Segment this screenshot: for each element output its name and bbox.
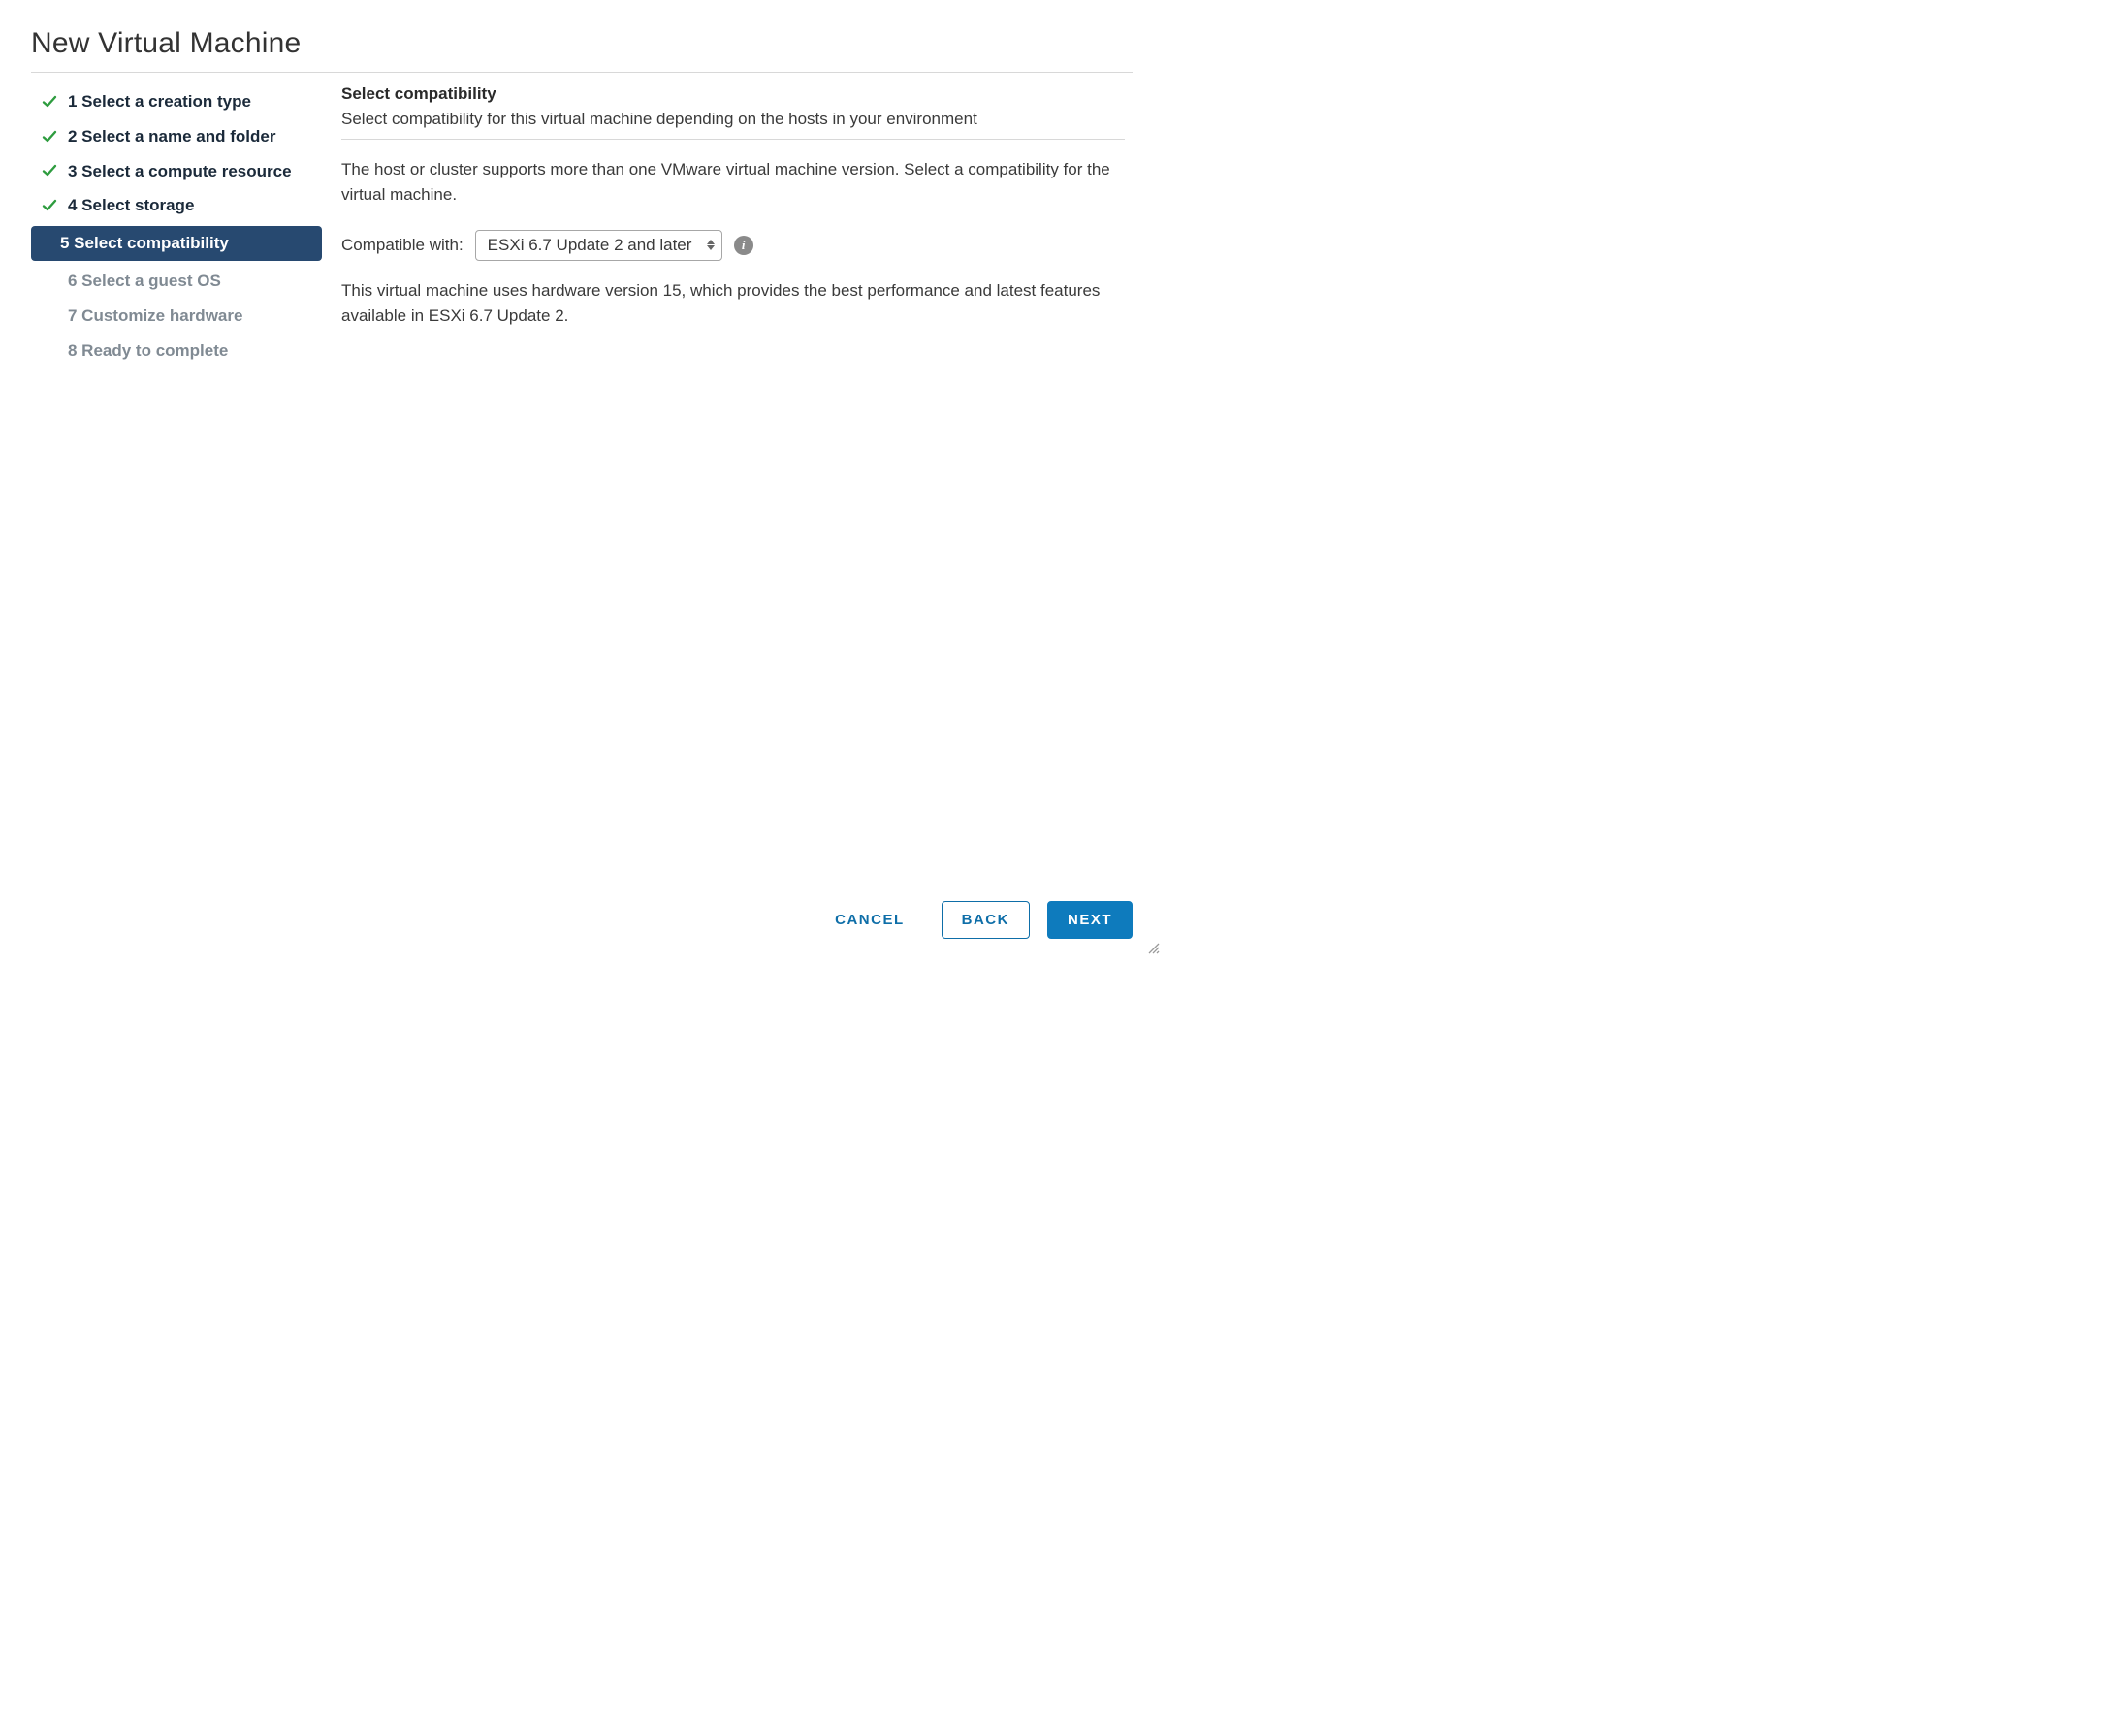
check-icon <box>41 162 58 179</box>
step-label: 5 Select compatibility <box>60 232 229 255</box>
step-customize-hardware: 7 Customize hardware <box>31 299 322 334</box>
compatibility-select-wrap: ESXi 6.7 Update 2 and later <box>475 230 722 261</box>
wizard-steps: 1 Select a creation type 2 Select a name… <box>31 84 334 368</box>
step-label: 7 Customize hardware <box>68 305 242 328</box>
step-compatibility[interactable]: 5 Select compatibility <box>31 226 322 261</box>
section-divider <box>341 139 1125 140</box>
step-name-folder[interactable]: 2 Select a name and folder <box>31 119 322 154</box>
step-label: 2 Select a name and folder <box>68 125 275 148</box>
dialog-footer: CANCEL BACK NEXT <box>31 901 1133 939</box>
step-creation-type[interactable]: 1 Select a creation type <box>31 84 322 119</box>
hw-version-paragraph: This virtual machine uses hardware versi… <box>341 278 1125 330</box>
step-label: 6 Select a guest OS <box>68 270 221 293</box>
intro-paragraph: The host or cluster supports more than o… <box>341 157 1125 209</box>
new-vm-dialog: New Virtual Machine 1 Select a creation … <box>0 0 1164 958</box>
check-icon <box>41 93 58 111</box>
section-title: Select compatibility <box>341 84 1125 104</box>
dialog-title: New Virtual Machine <box>31 27 1133 60</box>
back-button[interactable]: BACK <box>942 901 1030 939</box>
step-compute-resource[interactable]: 3 Select a compute resource <box>31 154 322 189</box>
step-storage[interactable]: 4 Select storage <box>31 188 322 223</box>
step-guest-os: 6 Select a guest OS <box>31 264 322 299</box>
step-label: 4 Select storage <box>68 194 194 217</box>
wizard-main: Select compatibility Select compatibilit… <box>334 84 1133 368</box>
cancel-button[interactable]: CANCEL <box>815 902 924 938</box>
title-divider <box>31 72 1133 73</box>
check-icon <box>41 197 58 214</box>
step-label: 3 Select a compute resource <box>68 160 292 183</box>
dialog-body: 1 Select a creation type 2 Select a name… <box>31 84 1133 368</box>
check-icon <box>41 128 58 145</box>
step-ready-complete: 8 Ready to complete <box>31 334 322 369</box>
compatibility-label: Compatible with: <box>341 236 464 255</box>
next-button[interactable]: NEXT <box>1047 901 1133 939</box>
info-icon[interactable]: i <box>734 236 753 255</box>
compatibility-row: Compatible with: ESXi 6.7 Update 2 and l… <box>341 230 1125 261</box>
compatibility-select[interactable]: ESXi 6.7 Update 2 and later <box>475 230 722 261</box>
step-label: 8 Ready to complete <box>68 339 228 363</box>
section-subtitle: Select compatibility for this virtual ma… <box>341 110 1125 129</box>
step-label: 1 Select a creation type <box>68 90 251 113</box>
resize-grip-icon[interactable] <box>1146 941 1160 954</box>
